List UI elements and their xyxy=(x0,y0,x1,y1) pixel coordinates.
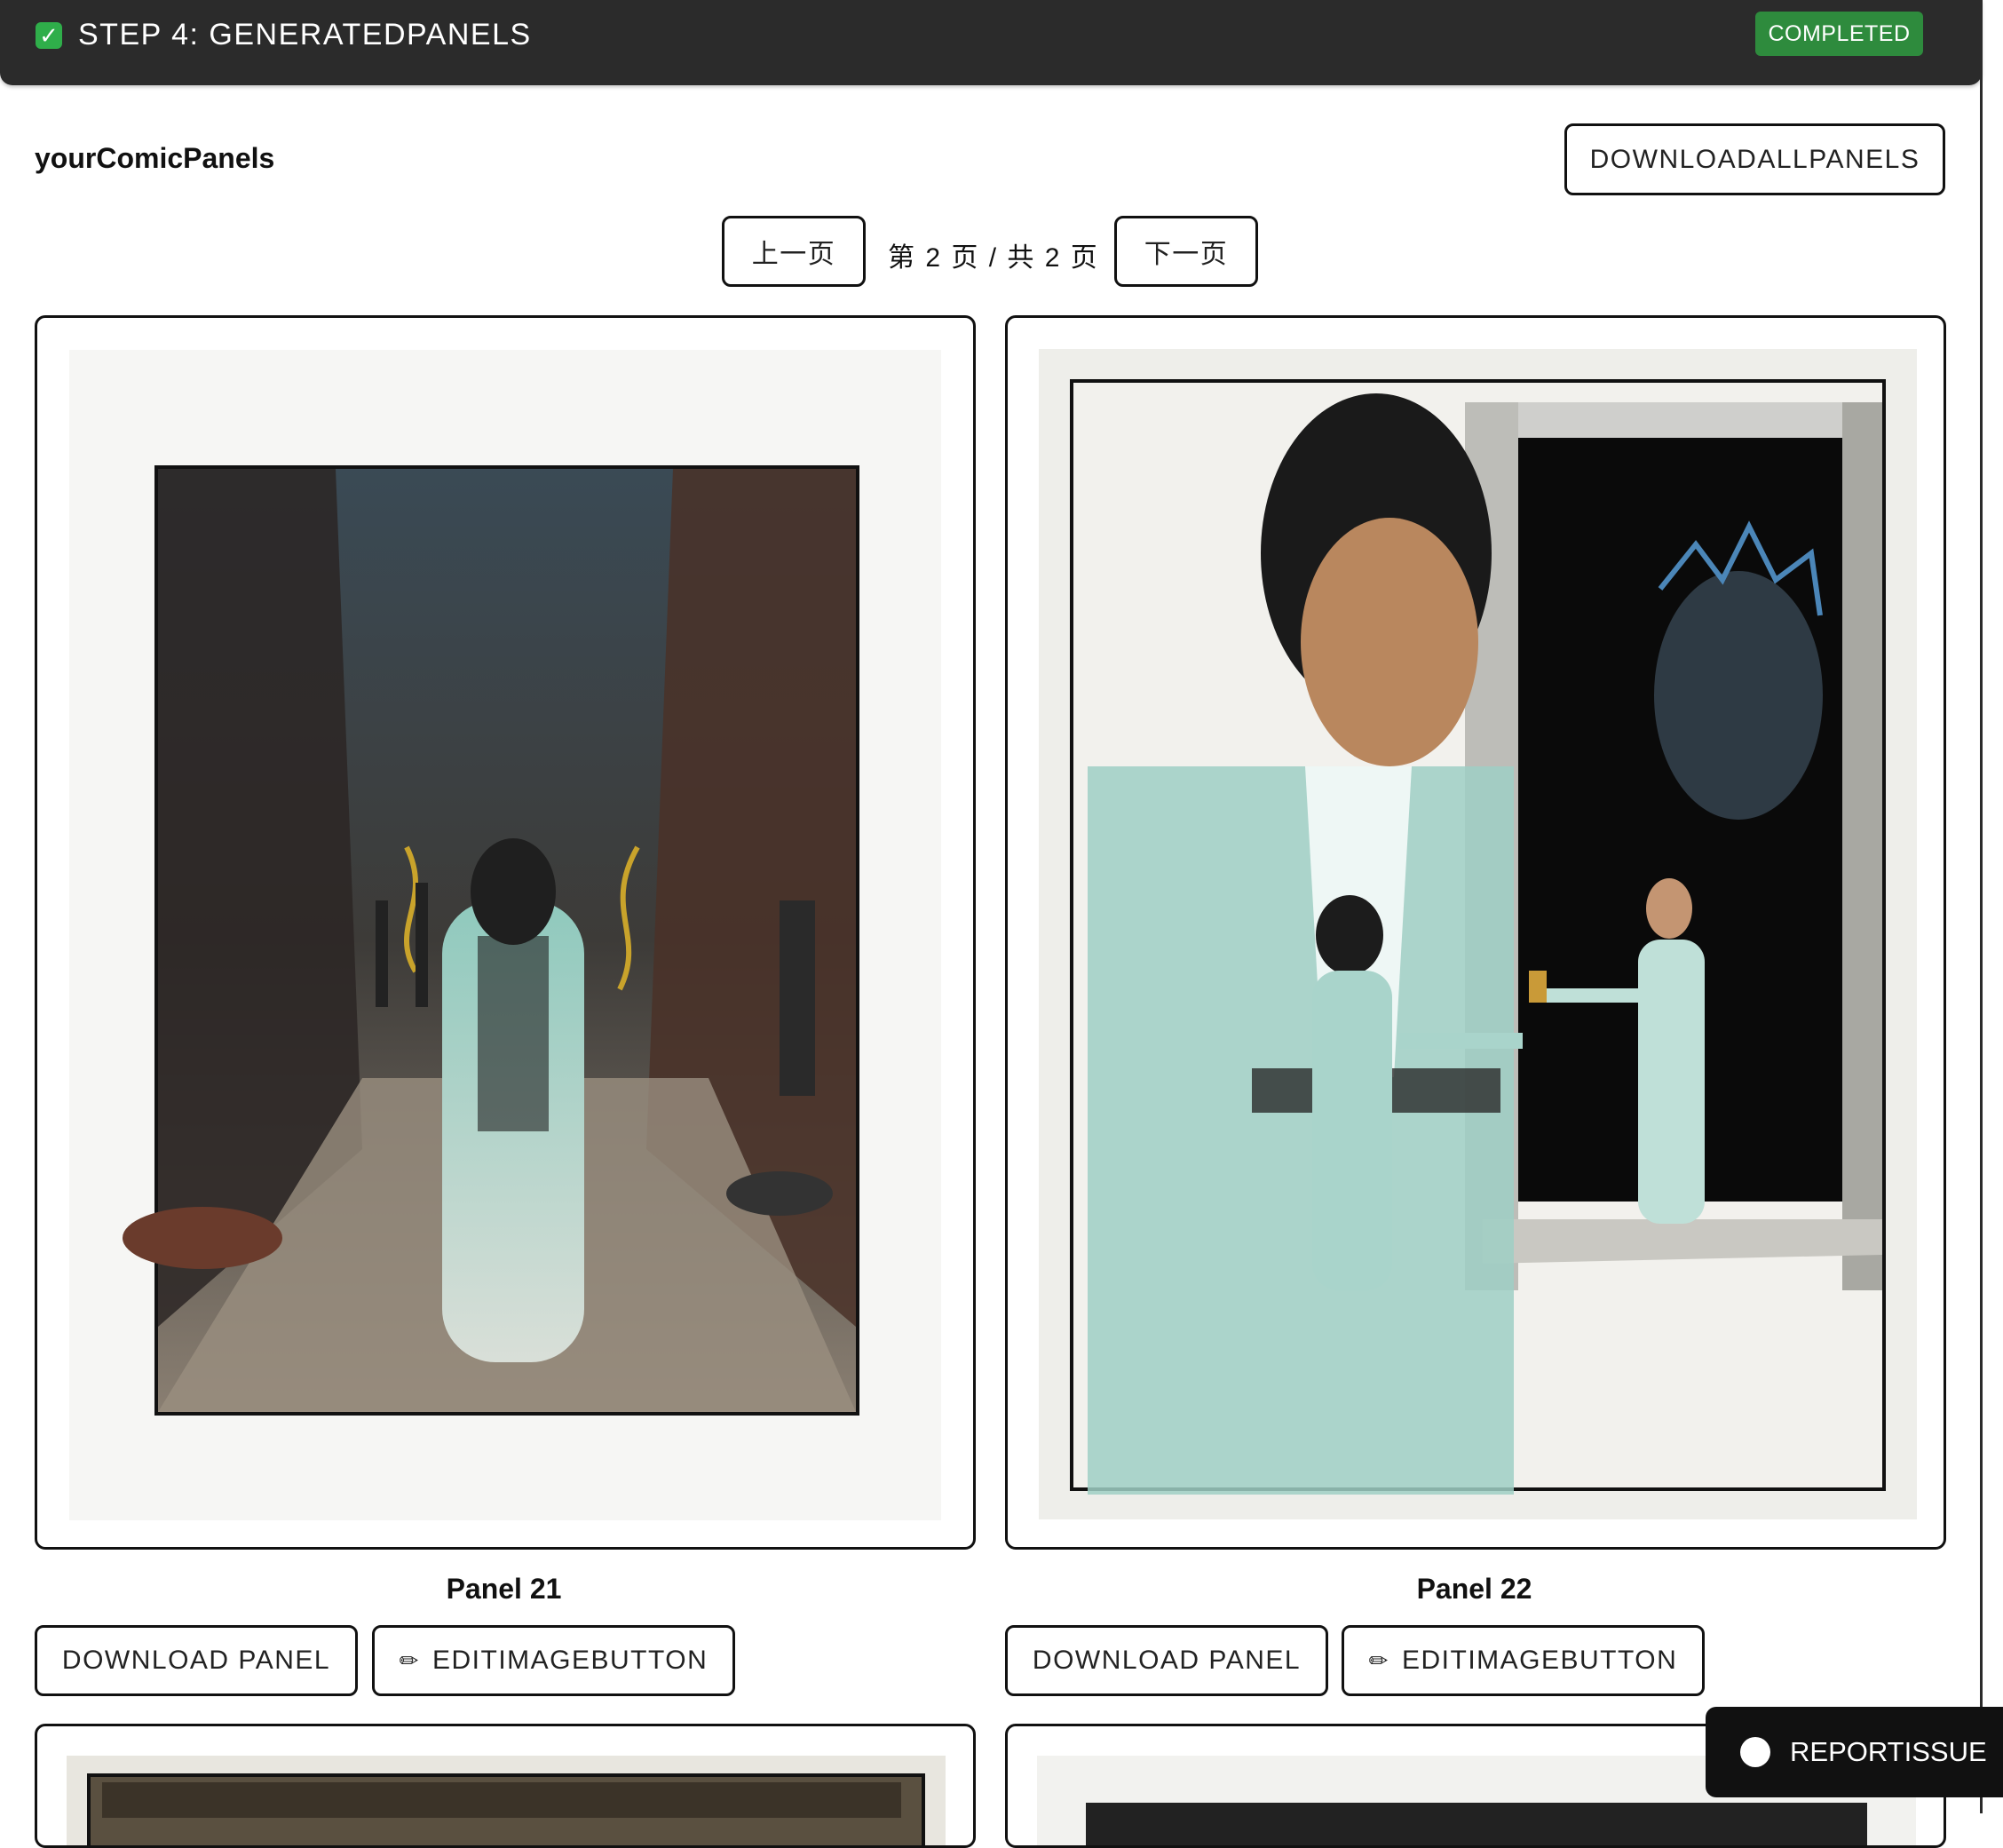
download-panel-button[interactable]: DOWNLOAD PANEL xyxy=(35,1625,358,1696)
report-dot-icon xyxy=(1740,1737,1770,1767)
step-title: STEP 4: GENERATEDPANELS xyxy=(78,18,532,52)
panel-image[interactable] xyxy=(1039,349,1917,1519)
panel-label: Panel 22 xyxy=(1416,1573,1532,1605)
panel-image[interactable] xyxy=(69,350,941,1520)
edit-image-button[interactable]: ✏ EDITIMAGEBUTTON xyxy=(372,1625,735,1696)
panel-card xyxy=(35,315,976,1550)
panel-label: Panel 21 xyxy=(446,1573,562,1605)
download-panel-button[interactable]: DOWNLOAD PANEL xyxy=(1005,1625,1328,1696)
section-title: yourComicPanels xyxy=(35,142,275,174)
edit-image-label: EDITIMAGEBUTTON xyxy=(1401,1646,1678,1675)
checkmark-icon: ✓ xyxy=(36,22,62,49)
panel-card xyxy=(35,1724,976,1848)
scrollbar-edge xyxy=(1980,0,1983,1813)
pencil-icon: ✏ xyxy=(1368,1646,1389,1674)
panel-image[interactable] xyxy=(67,1756,946,1845)
panel-22-artwork xyxy=(1070,379,1886,1495)
download-all-button[interactable]: DOWNLOADALLPANELS xyxy=(1564,123,1945,195)
report-issue-label: REPORTISSUE xyxy=(1790,1736,1987,1767)
next-page-button[interactable]: 下一页 xyxy=(1114,216,1258,287)
prev-page-button[interactable]: 上一页 xyxy=(722,216,866,287)
panel-21-artwork xyxy=(123,465,859,1416)
status-badge: COMPLETED xyxy=(1755,12,1923,56)
edit-image-button[interactable]: ✏ EDITIMAGEBUTTON xyxy=(1342,1625,1705,1696)
pencil-icon: ✏ xyxy=(399,1646,420,1674)
step-header: ✓ STEP 4: GENERATEDPANELS COMPLETED xyxy=(0,0,1982,85)
panel-artwork xyxy=(87,1773,925,1845)
edit-image-label: EDITIMAGEBUTTON xyxy=(431,1646,709,1675)
page-indicator: 第 2 页 / 共 2 页 xyxy=(888,243,1099,273)
panel-card xyxy=(1005,315,1946,1550)
report-issue-button[interactable]: REPORTISSUE xyxy=(1706,1707,2003,1797)
